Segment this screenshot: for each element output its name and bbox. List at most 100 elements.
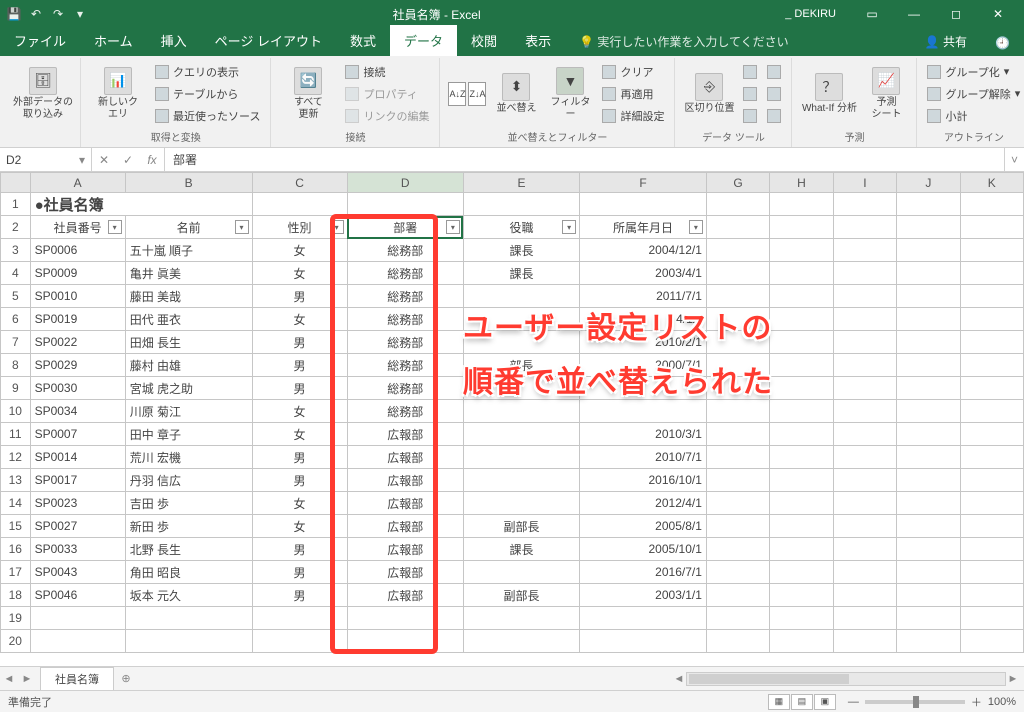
cell[interactable]: 新田 歩 — [125, 515, 252, 538]
cell[interactable] — [897, 377, 960, 400]
cell[interactable]: 男 — [252, 538, 347, 561]
cell[interactable] — [770, 239, 833, 262]
cell[interactable] — [770, 515, 833, 538]
filter-dropdown-icon[interactable]: ▾ — [108, 220, 122, 234]
filter-dropdown-icon[interactable]: ▾ — [330, 220, 344, 234]
cell[interactable] — [252, 607, 347, 630]
cell[interactable] — [833, 469, 896, 492]
cell[interactable] — [960, 423, 1023, 446]
row-header[interactable]: 13 — [1, 469, 31, 492]
cell[interactable]: SP0029 — [30, 354, 125, 377]
cell[interactable] — [463, 469, 579, 492]
cell[interactable] — [960, 515, 1023, 538]
cell[interactable] — [960, 354, 1023, 377]
cell[interactable] — [706, 538, 769, 561]
cell[interactable]: 女 — [252, 492, 347, 515]
cell[interactable]: 亀井 眞美 — [125, 262, 252, 285]
cell[interactable] — [770, 607, 833, 630]
cell[interactable] — [960, 630, 1023, 653]
cell[interactable] — [580, 193, 707, 216]
subtotal-button[interactable]: 小計 — [925, 106, 1022, 126]
cell[interactable]: SP0010 — [30, 285, 125, 308]
cell[interactable]: SP0009 — [30, 262, 125, 285]
row-header[interactable]: 14 — [1, 492, 31, 515]
cell[interactable]: 副部長 — [463, 584, 579, 607]
cell[interactable]: 田中 章子 — [125, 423, 252, 446]
cell[interactable] — [960, 446, 1023, 469]
cell[interactable]: 吉田 歩 — [125, 492, 252, 515]
cell[interactable] — [897, 607, 960, 630]
cell[interactable] — [347, 193, 463, 216]
cell[interactable] — [833, 285, 896, 308]
table-header-cell[interactable]: 名前▾ — [125, 216, 252, 239]
cell[interactable] — [770, 400, 833, 423]
cell[interactable]: 男 — [252, 377, 347, 400]
cell[interactable] — [897, 354, 960, 377]
cell[interactable] — [770, 561, 833, 584]
sheet-title-cell[interactable]: ●社員名簿 — [30, 193, 252, 216]
cell[interactable]: 角田 昭良 — [125, 561, 252, 584]
cell[interactable] — [706, 193, 769, 216]
cell[interactable]: 男 — [252, 446, 347, 469]
user-name[interactable]: _ DEKIRU — [785, 8, 836, 20]
row-header[interactable]: 8 — [1, 354, 31, 377]
cell[interactable] — [960, 492, 1023, 515]
maximize-button[interactable]: ◻ — [936, 0, 976, 28]
filter-dropdown-icon[interactable]: ▾ — [562, 220, 576, 234]
cell[interactable] — [706, 446, 769, 469]
row-header[interactable]: 7 — [1, 331, 31, 354]
column-header[interactable]: I — [833, 173, 896, 193]
tab-insert[interactable]: 挿入 — [147, 25, 201, 56]
consolidate-button[interactable] — [765, 62, 783, 82]
row-header[interactable]: 5 — [1, 285, 31, 308]
cell[interactable] — [463, 446, 579, 469]
cell[interactable] — [833, 354, 896, 377]
cell[interactable]: SP0007 — [30, 423, 125, 446]
cell[interactable] — [897, 584, 960, 607]
data-validation-button[interactable] — [741, 106, 759, 126]
cell[interactable] — [125, 607, 252, 630]
cell[interactable]: 広報部 — [347, 561, 463, 584]
cell[interactable]: 2004/12/1 — [580, 239, 707, 262]
cell[interactable] — [770, 423, 833, 446]
cell[interactable]: SP0043 — [30, 561, 125, 584]
cell[interactable] — [706, 515, 769, 538]
cell[interactable]: 丹羽 信広 — [125, 469, 252, 492]
cell[interactable]: 総務部 — [347, 262, 463, 285]
row-header[interactable]: 20 — [1, 630, 31, 653]
cell[interactable] — [706, 492, 769, 515]
fx-icon[interactable]: fx — [140, 153, 164, 167]
text-to-columns-button[interactable]: ⎆区切り位置 — [683, 61, 735, 127]
cell[interactable] — [770, 538, 833, 561]
cell[interactable] — [770, 354, 833, 377]
cell[interactable] — [770, 193, 833, 216]
enter-formula-icon[interactable]: ✓ — [116, 153, 140, 167]
cell[interactable] — [833, 630, 896, 653]
cell[interactable]: 五十嵐 順子 — [125, 239, 252, 262]
recent-sources-button[interactable]: 最近使ったソース — [153, 106, 262, 126]
column-header[interactable]: E — [463, 173, 579, 193]
cell[interactable]: SP0014 — [30, 446, 125, 469]
cell[interactable]: 広報部 — [347, 423, 463, 446]
table-header-cell[interactable]: 部署▾ — [347, 216, 463, 239]
cell[interactable]: 総務部 — [347, 308, 463, 331]
cell[interactable] — [833, 308, 896, 331]
cell[interactable] — [897, 262, 960, 285]
cell[interactable]: SP0027 — [30, 515, 125, 538]
cell[interactable] — [960, 308, 1023, 331]
row-header[interactable]: 10 — [1, 400, 31, 423]
show-queries-button[interactable]: クエリの表示 — [153, 62, 262, 82]
cell[interactable] — [897, 193, 960, 216]
cell[interactable]: 坂本 元久 — [125, 584, 252, 607]
cell[interactable]: 川原 菊江 — [125, 400, 252, 423]
cell[interactable] — [833, 193, 896, 216]
cell[interactable] — [833, 446, 896, 469]
select-all-corner[interactable] — [1, 173, 31, 193]
cell[interactable]: SP0019 — [30, 308, 125, 331]
column-header[interactable]: J — [897, 173, 960, 193]
cell[interactable]: 2016/7/1 — [580, 561, 707, 584]
cell[interactable]: 荒川 宏機 — [125, 446, 252, 469]
tab-page-layout[interactable]: ページ レイアウト — [201, 25, 336, 56]
manage-model-button[interactable] — [765, 106, 783, 126]
cell[interactable]: 男 — [252, 285, 347, 308]
